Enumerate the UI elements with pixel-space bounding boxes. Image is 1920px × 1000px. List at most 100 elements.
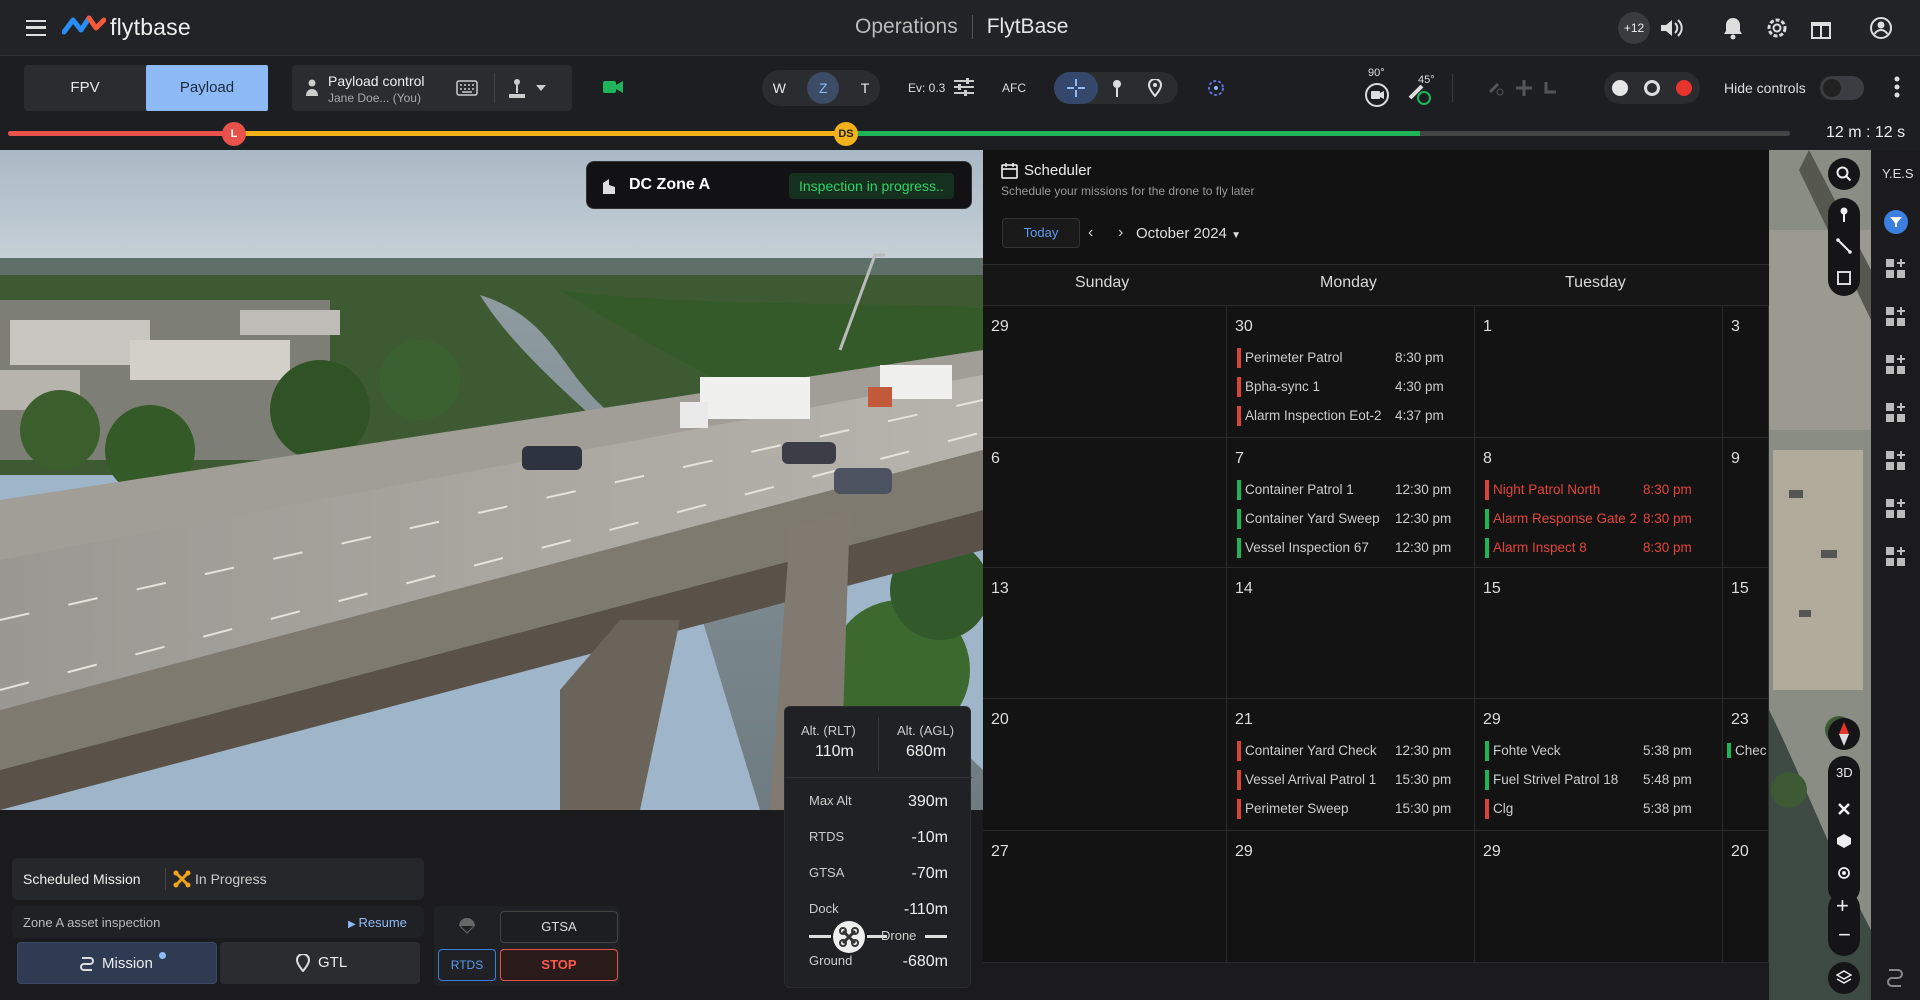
area-select-icon[interactable] <box>1836 270 1852 286</box>
calendar-cell[interactable]: 13 <box>983 568 1227 699</box>
scheduled-event[interactable]: Fuel Strivel Patrol 18 5:48 pm <box>1485 770 1692 790</box>
add-widget-icon[interactable] <box>1884 257 1908 281</box>
calendar-cell[interactable]: 27 <box>983 831 1227 963</box>
calendar-cell[interactable]: 30 Perimeter Patrol 8:30 pm Bpha-sync 1 4:30… <box>1227 306 1475 438</box>
mission-button[interactable]: Mission <box>17 942 217 984</box>
parachute-icon[interactable] <box>458 918 476 934</box>
filter-button[interactable] <box>1884 210 1908 234</box>
today-button[interactable]: Today <box>1002 218 1080 248</box>
timeline-marker-docking-station[interactable]: DS <box>834 122 858 146</box>
measure-line-icon[interactable] <box>1836 238 1852 254</box>
calendar-cell[interactable]: 1 <box>1475 306 1723 438</box>
scheduled-event[interactable]: Perimeter Sweep 15:30 pm <box>1237 799 1451 819</box>
notification-count-badge[interactable]: +12 <box>1618 12 1650 44</box>
keyboard-icon[interactable] <box>456 80 478 96</box>
payload-control-card[interactable]: Payload control Jane Doe... (You) <box>292 65 572 111</box>
gimbal-camera-icon[interactable] <box>1364 82 1390 108</box>
scheduled-event[interactable]: Night Patrol North 8:30 pm <box>1485 480 1692 500</box>
scheduled-event[interactable]: Container Yard Check 12:30 pm <box>1237 741 1451 761</box>
scheduled-event[interactable]: Fohte Veck 5:38 pm <box>1485 741 1692 761</box>
scheduled-event[interactable]: Chec <box>1727 743 1767 758</box>
scheduled-event[interactable]: Alarm Inspection Eot-2 4:37 pm <box>1237 406 1444 426</box>
my-location-icon[interactable] <box>1836 865 1852 881</box>
calendar-cell[interactable]: 29 Fohte Veck 5:38 pm Fuel Strivel Patrol 1… <box>1475 699 1723 831</box>
tab-payload[interactable]: Payload <box>146 65 268 111</box>
user-account-icon[interactable] <box>1868 15 1894 41</box>
add-widget-icon[interactable] <box>1884 401 1908 425</box>
add-widget-icon[interactable] <box>1884 449 1908 473</box>
orbit-icon[interactable] <box>1206 78 1226 98</box>
calendar-cell[interactable]: 29 <box>1227 831 1475 963</box>
calendar-cell[interactable]: 15 <box>1475 568 1723 699</box>
resume-link[interactable]: ▶ Resume <box>348 915 407 930</box>
calendar-cell[interactable]: 23 Chec <box>1723 699 1769 831</box>
add-widget-icon[interactable] <box>1884 497 1908 521</box>
timeline-marker-landing[interactable]: L <box>222 122 246 146</box>
scheduled-event[interactable]: Bpha-sync 1 4:30 pm <box>1237 377 1444 397</box>
view-3d-button[interactable]: 3D <box>1836 765 1853 780</box>
calendar-cell[interactable]: 20 <box>1723 831 1769 963</box>
chevron-down-icon[interactable] <box>536 85 546 91</box>
zoom-in-icon[interactable]: + <box>1836 893 1849 919</box>
gimbal-down-icon[interactable] <box>1542 78 1562 98</box>
video-camera-icon[interactable] <box>603 79 623 95</box>
map-layers-button[interactable] <box>1828 962 1860 994</box>
calendar-cell[interactable]: 14 <box>1227 568 1475 699</box>
zoom-zoom-button[interactable]: Z <box>807 72 840 104</box>
settings-gear-icon[interactable] <box>1764 15 1790 41</box>
afc-button[interactable]: AFC <box>1002 81 1026 95</box>
calendar-cell[interactable]: 6 <box>983 438 1227 568</box>
hide-controls-toggle[interactable] <box>1820 76 1864 100</box>
route-icon[interactable] <box>1884 966 1906 988</box>
zoom-tele-button[interactable]: T <box>861 80 870 96</box>
calendar-cell[interactable]: 29 <box>983 306 1227 438</box>
scheduled-event[interactable]: Alarm Inspect 8 8:30 pm <box>1485 538 1692 558</box>
next-month-chevron-icon[interactable]: › <box>1118 224 1123 242</box>
gimbal-center-icon[interactable] <box>1514 78 1534 98</box>
calendar-cell[interactable]: 21 Container Yard Check 12:30 pm Vessel Arr… <box>1227 699 1475 831</box>
dock-cube-icon[interactable] <box>1836 833 1852 849</box>
calendar-cell[interactable]: 3 <box>1723 306 1769 438</box>
scheduled-event[interactable]: Container Patrol 1 12:30 pm <box>1237 480 1451 500</box>
bell-icon[interactable] <box>1720 15 1746 41</box>
zoom-out-icon[interactable]: − <box>1838 922 1851 948</box>
scheduled-event[interactable]: Alarm Response Gate 2 8:30 pm <box>1485 509 1692 529</box>
calendar-cell[interactable]: 8 Night Patrol North 8:30 pm Alarm Response… <box>1475 438 1723 568</box>
sliders-icon[interactable] <box>954 78 974 96</box>
rtds-button[interactable]: RTDS <box>438 949 496 981</box>
timer-capture-button[interactable] <box>1644 80 1660 96</box>
map-search-button[interactable] <box>1828 158 1860 190</box>
add-widget-icon[interactable] <box>1884 545 1908 569</box>
scheduled-event[interactable]: Vessel Arrival Patrol 1 15:30 pm <box>1237 770 1451 790</box>
gift-icon[interactable] <box>1808 15 1834 41</box>
gtsa-button[interactable]: GTSA <box>500 911 618 943</box>
pin-icon[interactable] <box>1837 206 1851 222</box>
scheduled-event[interactable]: Perimeter Patrol 8:30 pm <box>1237 348 1444 368</box>
compass-button[interactable] <box>1828 718 1860 750</box>
calendar-cell[interactable]: 20 <box>983 699 1227 831</box>
add-widget-icon[interactable] <box>1884 305 1908 329</box>
add-widget-icon[interactable] <box>1884 353 1908 377</box>
volume-icon[interactable] <box>1658 15 1684 41</box>
calendar-cell[interactable]: 7 Container Patrol 1 12:30 pm Container Yar… <box>1227 438 1475 568</box>
menu-icon[interactable] <box>26 20 46 36</box>
zoom-wide-button[interactable]: W <box>773 80 786 96</box>
pin-icon[interactable] <box>1110 79 1124 97</box>
prev-month-chevron-icon[interactable]: ‹ <box>1088 224 1093 242</box>
location-marker-icon[interactable] <box>1148 79 1162 97</box>
scheduled-event[interactable]: Container Yard Sweep 12:30 pm <box>1237 509 1451 529</box>
calendar-cell[interactable]: 9 <box>1723 438 1769 568</box>
exposure-value[interactable]: Ev: 0.3 <box>908 81 945 95</box>
month-selector[interactable]: October 2024 ▼ <box>1136 225 1241 242</box>
more-options-icon[interactable] <box>1894 76 1900 98</box>
drone-heading-icon[interactable] <box>1404 78 1432 106</box>
scheduled-event[interactable]: Vessel Inspection 67 12:30 pm <box>1237 538 1451 558</box>
gimbal-reset-icon[interactable] <box>1486 78 1506 98</box>
crosshair-button[interactable] <box>1054 72 1098 104</box>
calendar-cell[interactable]: 29 <box>1475 831 1723 963</box>
calendar-cell[interactable]: 15 <box>1723 568 1769 699</box>
gtl-button[interactable]: GTL <box>220 942 420 984</box>
stop-button[interactable]: STOP <box>500 949 618 981</box>
tab-fpv[interactable]: FPV <box>24 65 146 111</box>
drone-locate-icon[interactable] <box>1836 801 1852 817</box>
